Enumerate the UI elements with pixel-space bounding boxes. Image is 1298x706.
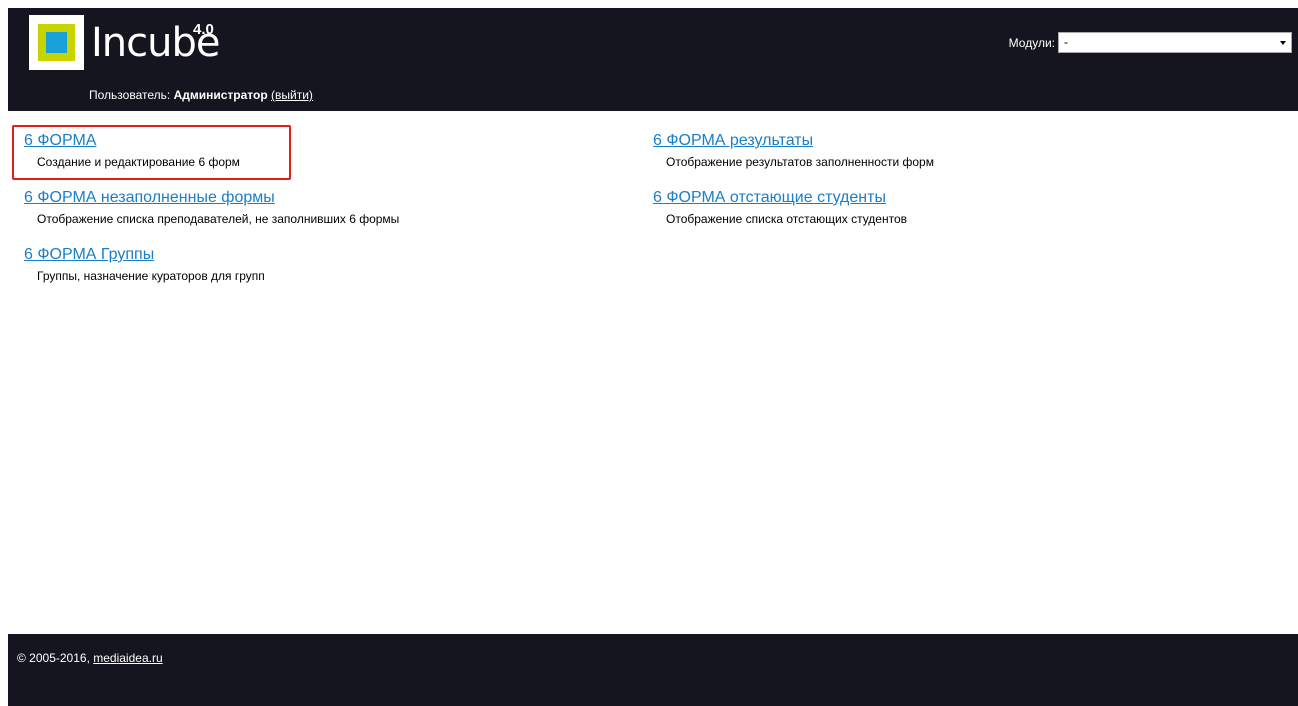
user-info: Пользователь: Администратор (выйти) [89, 88, 313, 102]
module-link-lagging-students[interactable]: 6 ФОРМА отстающие студенты [653, 188, 907, 208]
highlight-box [12, 125, 291, 180]
modules-select[interactable]: - [1058, 32, 1292, 53]
module-item-results: 6 ФОРМА результаты Отображение результат… [653, 131, 934, 169]
header: Incube 4.0 Пользователь: Администратор (… [8, 8, 1298, 111]
copyright-text: © 2005-2016, [17, 651, 90, 665]
module-description: Группы, назначение кураторов для групп [37, 269, 265, 283]
module-link-unfilled-forms[interactable]: 6 ФОРМА незаполненные формы [24, 188, 399, 208]
module-description: Отображение результатов заполненности фо… [666, 155, 934, 169]
incube-logo-icon[interactable] [29, 15, 84, 70]
module-link-groups[interactable]: 6 ФОРМА Группы [24, 245, 265, 265]
module-description: Отображение списка преподавателей, не за… [37, 212, 400, 226]
version-label: 4.0 [193, 21, 214, 38]
module-description: Отображение списка отстающих студентов [666, 212, 908, 226]
module-item-unfilled-forms: 6 ФОРМА незаполненные формы Отображение … [24, 188, 399, 226]
page: Incube 4.0 Пользователь: Администратор (… [0, 0, 1298, 706]
footer: © 2005-2016, mediaidea.ru [8, 634, 1298, 706]
modules-selected-value: - [1064, 35, 1068, 49]
user-label: Пользователь: [89, 88, 171, 102]
site-link[interactable]: mediaidea.ru [93, 651, 162, 665]
module-link-results[interactable]: 6 ФОРМА результаты [653, 131, 934, 151]
modules-label: Модули: [1008, 35, 1055, 50]
logout-link[interactable]: (выйти) [271, 88, 313, 102]
user-name: Администратор [173, 88, 268, 102]
module-item-groups: 6 ФОРМА Группы Группы, назначение курато… [24, 245, 265, 283]
chevron-down-icon [1280, 41, 1286, 45]
footer-text: © 2005-2016, mediaidea.ru [17, 651, 163, 665]
module-item-lagging-students: 6 ФОРМА отстающие студенты Отображение с… [653, 188, 907, 226]
modules-selector: Модули: - [1009, 32, 1292, 53]
